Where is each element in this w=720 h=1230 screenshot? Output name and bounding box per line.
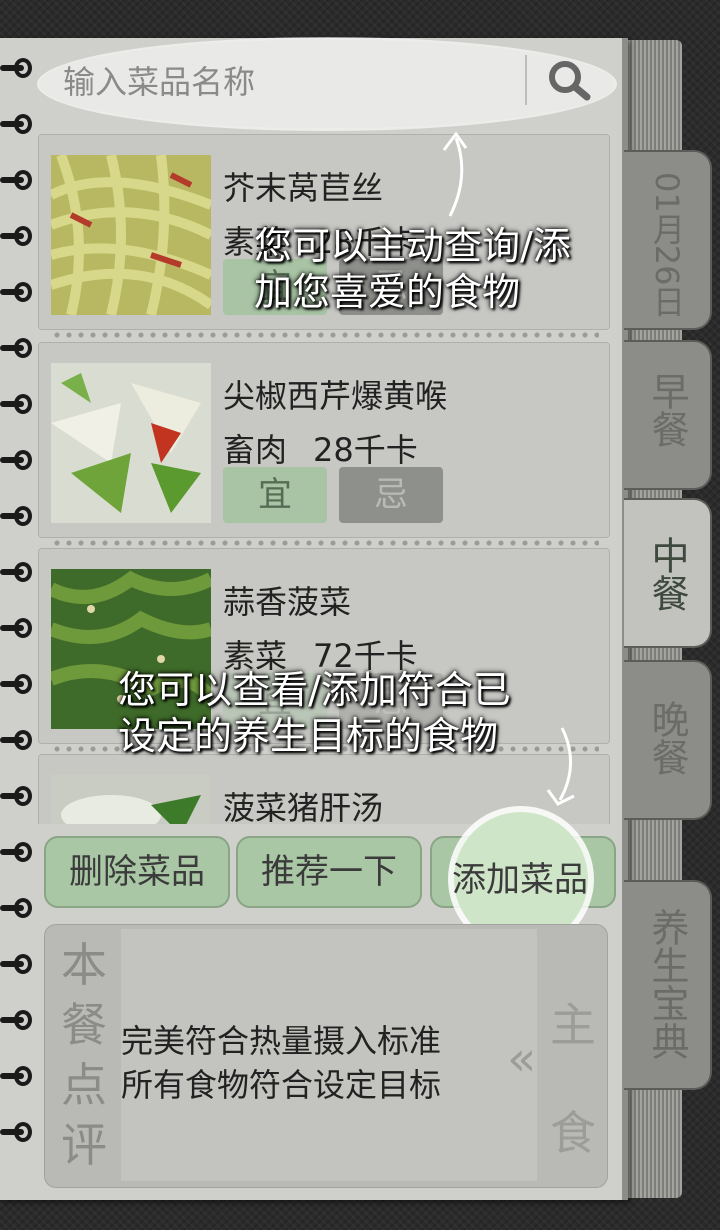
ring-icon [0,170,34,192]
ring-icon [0,562,34,584]
staple-food-label[interactable]: 主食 [543,971,603,1187]
curved-arrow-up-icon [442,131,468,217]
tab-lunch[interactable]: 中餐 [624,498,712,648]
ring-icon [0,1010,34,1032]
food-meta: 畜肉 28千卡 [223,425,418,471]
ring-icon [0,1122,34,1144]
search-icon [549,61,591,101]
food-name: 尖椒西芹爆黄喉 [223,377,448,415]
ring-icon [0,338,34,360]
review-line-2: 所有食物符合设定目标 [121,1066,442,1104]
review-line-1: 完美符合热量摄入标准 [121,1022,442,1060]
avoid-button[interactable]: 忌 [339,467,443,523]
food-name: 芥末莴苣丝 [223,169,384,207]
tab-dinner[interactable]: 晚餐 [624,660,712,820]
add-hint-line-1: 您可以查看/添加符合已 [118,668,511,712]
delete-food-button[interactable]: 删除菜品 [44,836,230,908]
tab-lunch-label: 中餐 [645,536,689,612]
card-divider [51,539,599,547]
curved-arrow-down-icon [546,727,575,806]
ring-icon [0,786,34,808]
search-input[interactable] [45,47,525,117]
tab-breakfast[interactable]: 早餐 [624,340,712,490]
search-bar [44,42,608,124]
tab-wellness[interactable]: 养生宝典 [624,880,712,1090]
ring-icon [0,674,34,696]
food-type: 畜肉 [223,431,288,469]
food-calories: 28千卡 [313,431,418,469]
ring-icon [0,282,34,304]
ring-icon [0,898,34,920]
meal-review-panel: 本餐点评 完美符合热量摄入标准 所有食物符合设定目标 « 主食 [44,924,608,1188]
review-text: 完美符合热量摄入标准 所有食物符合设定目标 [121,1019,441,1107]
spiral-binding [0,50,40,1170]
ring-icon [0,618,34,640]
add-food-label[interactable]: 添加菜品 [452,852,588,901]
ring-icon [0,842,34,864]
food-name: 菠菜猪肝汤 [223,789,384,824]
recommend-button[interactable]: 推荐一下 [236,836,422,908]
food-photo [51,775,211,824]
ring-icon [0,58,34,80]
ring-icon [0,506,34,528]
ring-icon [0,450,34,472]
ring-icon [0,394,34,416]
review-title: 本餐点评 [61,938,107,1172]
tab-date[interactable]: 01月26日 [624,150,712,330]
ring-icon [0,114,34,136]
chevron-left-icon[interactable]: « [507,1031,536,1087]
add-hint-line-2: 设定的养生目标的食物 [118,714,499,758]
search-button[interactable] [535,49,605,113]
ring-icon [0,954,34,976]
search-hint-line-1: 您可以主动查询/添 [254,224,571,268]
food-name: 蒜香菠菜 [223,583,352,621]
search-divider [525,55,527,105]
card-divider [51,331,599,339]
ring-icon [0,1066,34,1088]
suitable-button[interactable]: 宜 [223,467,327,523]
ring-icon [0,226,34,248]
search-hint-line-2: 加您喜爱的食物 [254,270,521,314]
tab-dinner-label: 晚餐 [645,700,689,776]
food-photo [51,363,211,523]
tab-date-label: 01月26日 [648,172,686,318]
food-photo [51,155,211,315]
tab-wellness-label: 养生宝典 [645,908,689,1060]
tab-breakfast-label: 早餐 [645,372,689,448]
food-card[interactable]: 尖椒西芹爆黄喉 畜肉 28千卡 宜 忌 [38,342,610,547]
ring-icon [0,730,34,752]
